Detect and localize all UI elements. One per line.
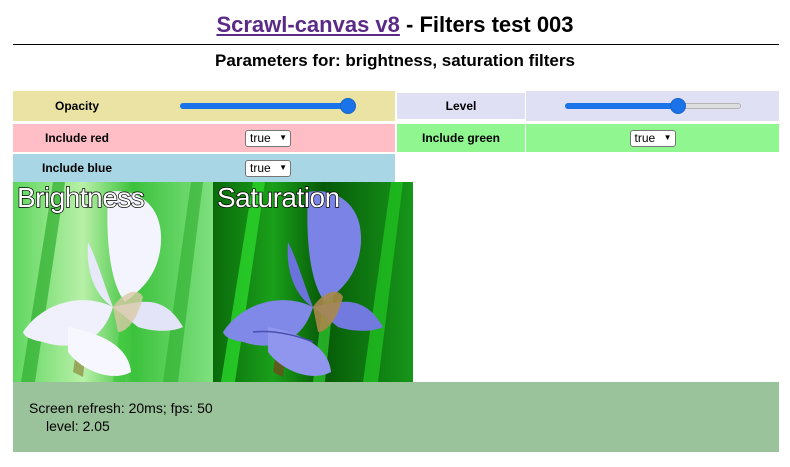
brightness-panel-label: Brightness xyxy=(16,182,145,214)
include-green-select[interactable]: true ▼ xyxy=(629,129,676,147)
opacity-control-cell xyxy=(141,91,395,121)
level-control-cell xyxy=(526,91,779,121)
level-slider[interactable] xyxy=(564,98,741,114)
saturation-panel-label: Saturation xyxy=(216,182,341,214)
chevron-down-icon: ▼ xyxy=(279,163,287,172)
opacity-slider-fill xyxy=(180,103,348,109)
title-divider xyxy=(13,44,779,45)
refresh-rate-text: Screen refresh: 20ms; fps: 50 xyxy=(29,400,213,416)
level-slider-fill xyxy=(564,103,679,109)
include-red-label: Include red xyxy=(13,124,141,152)
include-blue-cell: true ▼ xyxy=(141,154,395,182)
saturation-panel: Saturation xyxy=(213,182,413,382)
opacity-label: Opacity xyxy=(13,91,141,121)
opacity-slider[interactable] xyxy=(180,98,356,114)
include-red-select[interactable]: true ▼ xyxy=(245,129,291,147)
status-report: Screen refresh: 20ms; fps: 50 level: 2.0… xyxy=(13,382,779,452)
level-slider-thumb[interactable] xyxy=(670,98,687,114)
chevron-down-icon: ▼ xyxy=(663,133,672,142)
include-blue-select[interactable]: true ▼ xyxy=(245,159,291,177)
include-blue-label: Include blue xyxy=(13,154,141,182)
include-red-value: true xyxy=(250,131,271,145)
level-value-text: level: 2.05 xyxy=(46,418,110,434)
include-green-cell: true ▼ xyxy=(526,124,779,152)
brightness-panel: Brightness xyxy=(13,182,213,382)
opacity-slider-thumb[interactable] xyxy=(340,98,356,114)
demo-canvas[interactable]: Brightness Saturation xyxy=(13,182,413,382)
page-title-rest: - Filters test 003 xyxy=(399,12,574,37)
chevron-down-icon: ▼ xyxy=(279,133,287,142)
scrawl-canvas-link[interactable]: Scrawl-canvas v8 xyxy=(216,12,399,37)
include-red-cell: true ▼ xyxy=(141,124,395,152)
include-green-label: Include green xyxy=(397,124,525,152)
parameters-subtitle: Parameters for: brightness, saturation f… xyxy=(215,51,575,70)
include-green-value: true xyxy=(634,131,656,145)
include-blue-value: true xyxy=(250,161,271,175)
page-title: Scrawl-canvas v8 - Filters test 003 xyxy=(0,10,790,40)
level-label: Level xyxy=(397,93,525,119)
